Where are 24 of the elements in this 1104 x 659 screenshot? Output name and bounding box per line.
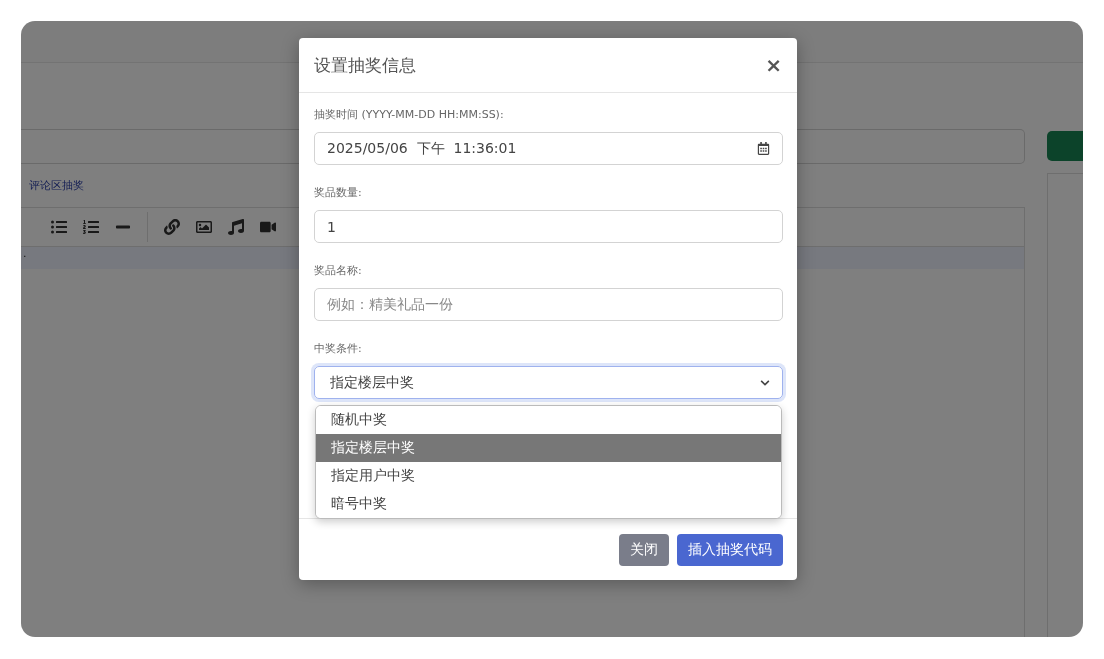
field-label: 中奖条件: — [314, 341, 363, 356]
list-icon[interactable] — [51, 219, 67, 235]
dropdown-option[interactable]: 指定用户中奖 — [316, 462, 781, 490]
dropdown-option[interactable]: 随机中奖 — [316, 406, 781, 434]
chevron-icon — [760, 377, 770, 388]
select-value: 指定楼层中奖 — [329, 373, 414, 392]
input-field[interactable]: 例如：精美礼品一份 — [314, 288, 783, 321]
insert-button[interactable]: 插入抽奖代码 — [677, 534, 783, 566]
modal-title: 设置抽奖信息 — [314, 53, 416, 77]
video-icon[interactable] — [260, 219, 276, 235]
dropdown-option[interactable]: 暗号中奖 — [316, 490, 781, 518]
numbered-list-icon[interactable] — [83, 219, 99, 235]
field-label: 奖品数量: — [314, 185, 363, 200]
close-button[interactable]: 关闭 — [619, 534, 669, 566]
dropdown-option[interactable]: 指定楼层中奖 — [316, 434, 781, 462]
date-value: 2025/05/06 下午 11:36:01 — [327, 139, 517, 158]
calendar-icon[interactable] — [757, 142, 770, 155]
music-icon[interactable] — [228, 219, 244, 235]
date-field[interactable]: 2025/05/06 下午 11:36:01 — [314, 132, 783, 165]
close-button[interactable]: × — [765, 53, 782, 77]
link-icon[interactable] — [164, 219, 180, 235]
field-label: 抽奖时间 (YYYY-MM-DD HH:MM:SS): — [314, 107, 505, 122]
input-field[interactable]: 1 — [314, 210, 783, 243]
image-icon[interactable] — [196, 219, 212, 235]
